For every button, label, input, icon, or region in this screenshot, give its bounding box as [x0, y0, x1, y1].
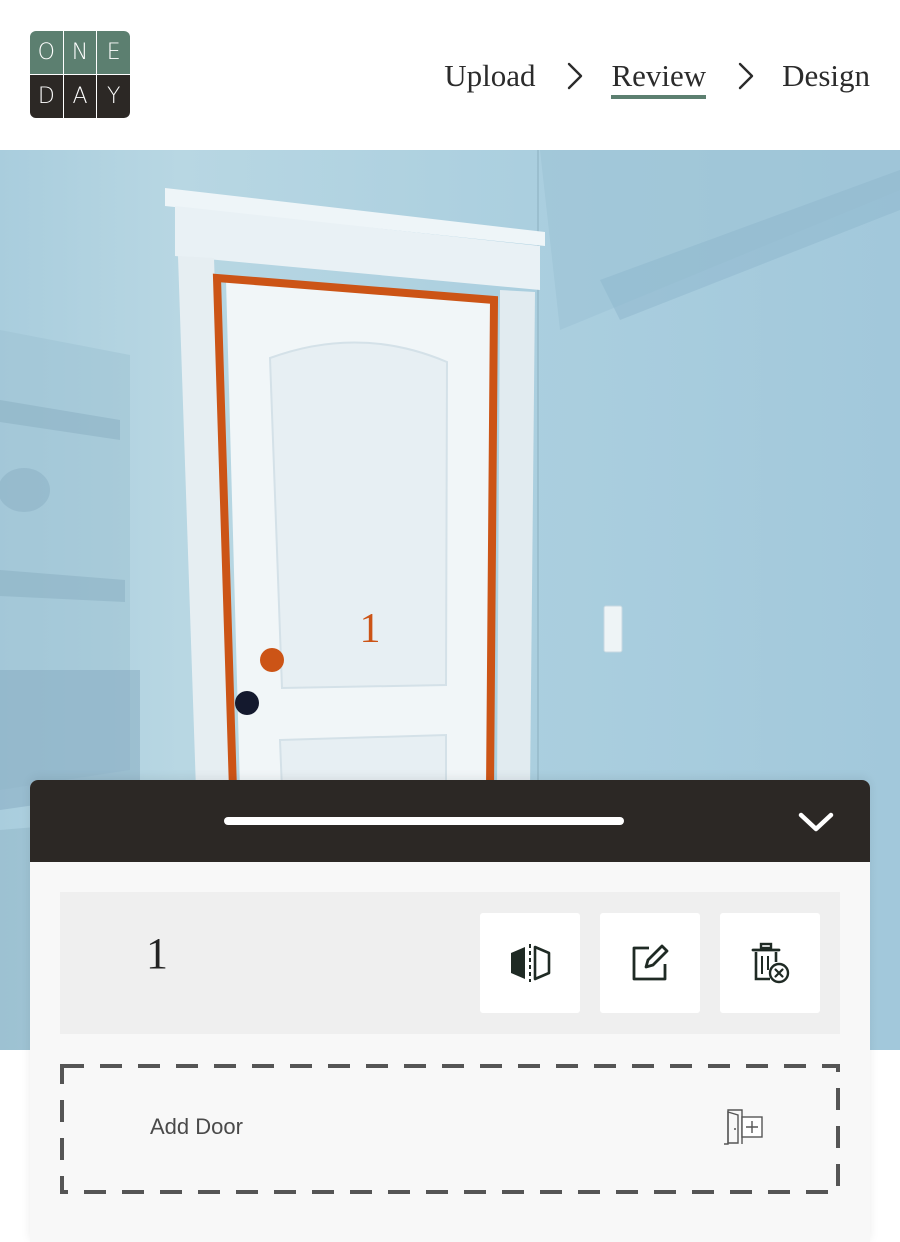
- delete-door-button[interactable]: [720, 913, 820, 1013]
- progress-steps: Upload Review Design: [444, 50, 870, 102]
- door-number-label: 1: [360, 606, 381, 652]
- logo-letter: N: [63, 31, 97, 74]
- logo-letter: D: [30, 75, 63, 118]
- logo-letter: O: [30, 31, 63, 74]
- logo-letter: Y: [97, 75, 130, 118]
- add-door-label: Add Door: [150, 1114, 243, 1139]
- step-review[interactable]: Review: [611, 50, 706, 102]
- step-design[interactable]: Design: [782, 50, 870, 102]
- add-door-icon: [722, 1109, 764, 1150]
- door-list-item[interactable]: 1: [60, 892, 840, 1034]
- edit-icon: [632, 944, 669, 981]
- chevron-right-icon: [728, 50, 764, 102]
- logo-letter: E: [97, 31, 130, 74]
- door-number: 1: [146, 929, 168, 978]
- edit-door-button[interactable]: [600, 913, 700, 1013]
- step-upload[interactable]: Upload: [444, 50, 535, 102]
- add-door-button[interactable]: Add Door: [60, 1064, 840, 1194]
- flip-icon: [511, 944, 551, 982]
- header: O N E D A Y Upload Review Design: [0, 0, 900, 150]
- delete-icon: [751, 942, 790, 984]
- panel-header: [30, 780, 870, 862]
- collapse-button[interactable]: [792, 802, 840, 842]
- flip-door-button[interactable]: [480, 913, 580, 1013]
- door-panel: 1 Add Door: [30, 780, 870, 1242]
- chevron-down-icon: [798, 812, 834, 832]
- one-day-logo[interactable]: O N E D A Y: [30, 31, 130, 118]
- chevron-right-icon: [557, 50, 593, 102]
- drag-handle[interactable]: [224, 817, 624, 825]
- logo-letter: A: [63, 75, 97, 118]
